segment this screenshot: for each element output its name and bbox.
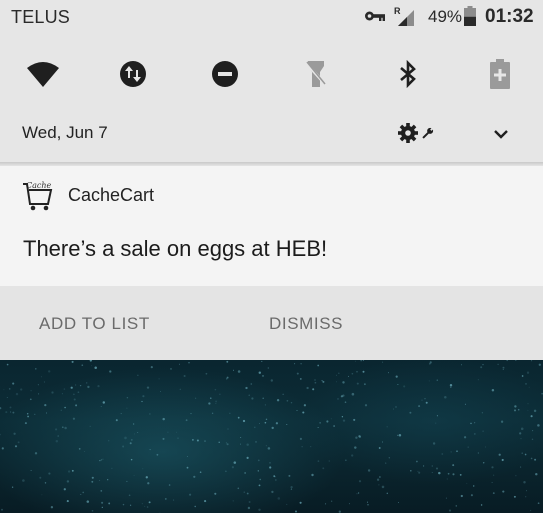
wallpaper — [0, 360, 543, 513]
wrench-icon — [422, 127, 434, 139]
quick-settings-panel: Wed, Jun 7 — [0, 34, 543, 162]
do-not-disturb-icon[interactable] — [207, 56, 243, 92]
date-label: Wed, Jun 7 — [22, 123, 108, 142]
roaming-indicator: R — [394, 6, 401, 16]
wifi-icon[interactable] — [25, 56, 61, 92]
notification-actions: ADD TO LIST DISMISS — [0, 286, 543, 360]
cachecart-app-icon: Cache Cart — [23, 181, 54, 211]
notification-message: There’s a sale on eggs at HEB! — [23, 236, 328, 261]
bluetooth-icon[interactable] — [390, 56, 426, 92]
settings-gear-icon[interactable] — [398, 122, 438, 144]
status-bar: TELUS R 49% 01:32 — [0, 0, 543, 34]
app-name: CacheCart — [68, 185, 155, 205]
chevron-down-icon[interactable] — [491, 126, 511, 142]
carrier-name: TELUS — [11, 7, 71, 27]
app-icon-text: Cache Cart — [26, 181, 54, 190]
flashlight-icon[interactable] — [298, 56, 334, 92]
clock: 01:32 — [485, 6, 534, 27]
wallpaper-texture — [0, 360, 543, 513]
battery-icon — [464, 6, 476, 26]
dismiss-button[interactable]: DISMISS — [269, 314, 343, 334]
data-transfer-icon[interactable] — [115, 56, 151, 92]
vpn-key-icon — [365, 11, 385, 21]
notification-card[interactable]: Cache Cart CacheCart There’s a sale on e… — [0, 166, 543, 286]
battery-percent: 49% — [428, 7, 463, 26]
add-to-list-button[interactable]: ADD TO LIST — [39, 314, 150, 334]
cell-signal-icon: R — [394, 6, 414, 26]
battery-saver-icon[interactable] — [482, 56, 518, 92]
